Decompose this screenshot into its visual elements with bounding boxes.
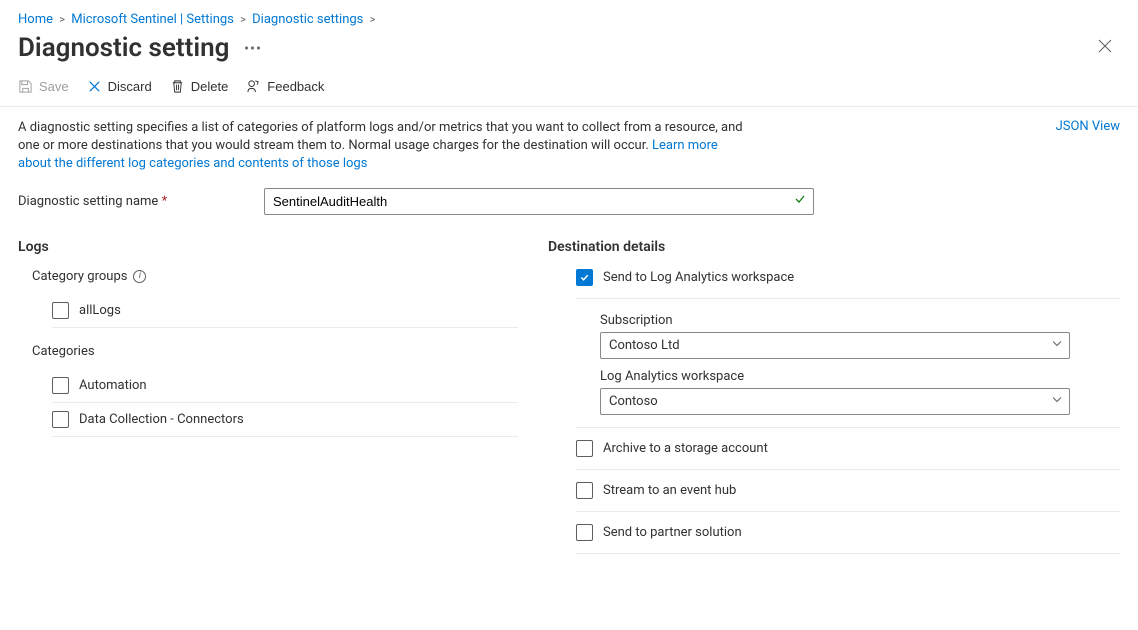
automation-label: Automation [79,378,147,393]
breadcrumb-home[interactable]: Home [18,12,53,27]
page-title-text: Diagnostic setting [18,33,229,63]
save-button[interactable]: Save [18,77,69,96]
close-button[interactable] [1090,35,1120,62]
workspace-label: Log Analytics workspace [600,369,1120,384]
stream-event-hub-label: Stream to an event hub [603,483,736,498]
category-groups-label: Category groups i [32,269,518,284]
delete-icon [170,79,185,94]
discard-icon [87,79,102,94]
delete-label: Delete [191,79,229,94]
delete-button[interactable]: Delete [170,77,229,96]
data-collection-checkbox[interactable] [52,411,69,428]
discard-label: Discard [108,79,152,94]
logs-heading: Logs [18,239,518,255]
all-logs-label: allLogs [79,303,121,318]
info-icon[interactable]: i [133,270,146,283]
chevron-right-icon: > [240,13,246,26]
discard-button[interactable]: Discard [87,77,152,96]
stream-event-hub-checkbox[interactable] [576,482,593,499]
description-body: A diagnostic setting specifies a list of… [18,120,743,153]
breadcrumb-sentinel-settings[interactable]: Microsoft Sentinel | Settings [71,12,234,27]
feedback-label: Feedback [267,79,324,94]
breadcrumb-diagnostic-settings[interactable]: Diagnostic settings [252,12,363,27]
page-title: Diagnostic setting ⋯ [18,33,263,63]
workspace-select[interactable]: Contoso [600,388,1070,415]
feedback-button[interactable]: Feedback [246,77,324,96]
save-label: Save [39,79,69,94]
send-partner-label: Send to partner solution [603,525,742,540]
required-indicator: * [162,194,168,209]
send-partner-checkbox[interactable] [576,524,593,541]
breadcrumb: Home > Microsoft Sentinel | Settings > D… [0,0,1138,27]
setting-name-label: Diagnostic setting name * [18,194,264,209]
archive-storage-label: Archive to a storage account [603,441,768,456]
destination-heading: Destination details [548,239,1120,255]
send-log-analytics-checkbox[interactable] [576,269,593,286]
json-view-link[interactable]: JSON View [1056,119,1120,134]
toolbar: Save Discard Delete Feedback [0,71,1138,107]
send-log-analytics-label: Send to Log Analytics workspace [603,270,794,285]
subscription-label: Subscription [600,313,1120,328]
automation-checkbox[interactable] [52,377,69,394]
all-logs-checkbox[interactable] [52,302,69,319]
feedback-icon [246,79,261,94]
subscription-select[interactable]: Contoso Ltd [600,332,1070,359]
save-icon [18,79,33,94]
more-icon[interactable]: ⋯ [239,38,263,59]
setting-name-input[interactable] [264,188,814,215]
archive-storage-checkbox[interactable] [576,440,593,457]
setting-name-label-text: Diagnostic setting name [18,194,158,209]
chevron-right-icon: > [370,13,376,26]
close-icon [1098,39,1112,53]
categories-label: Categories [32,344,518,359]
description-text: A diagnostic setting specifies a list of… [18,119,748,174]
data-collection-label: Data Collection - Connectors [79,412,244,427]
chevron-right-icon: > [59,13,65,26]
category-groups-text: Category groups [32,269,127,284]
